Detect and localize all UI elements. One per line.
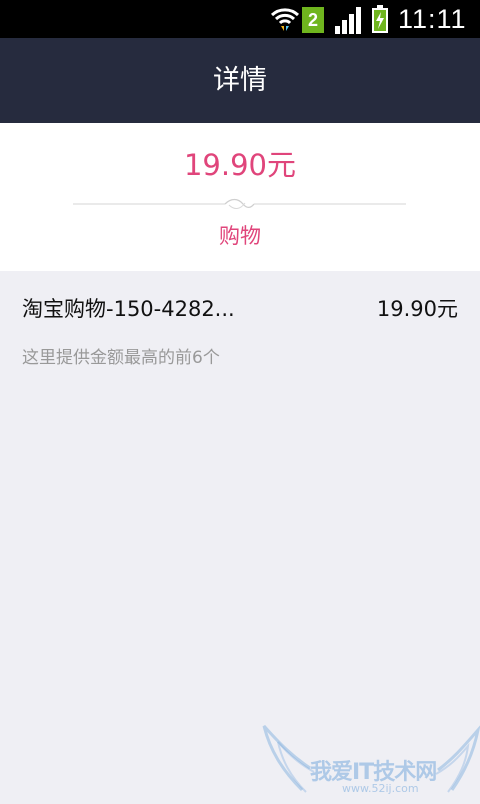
transaction-row[interactable]: 淘宝购物-150-4282... 19.90元 [0,289,480,329]
watermark-logo: 我爱IT技术网 www.52ij.com [262,720,480,800]
summary-card: 19.90元 购物 [0,123,480,271]
status-bar: 2 11:11 [0,0,480,38]
watermark-url: www.52ij.com [342,782,419,795]
hint-text: 这里提供金额最高的前6个 [22,348,220,368]
status-clock: 11:11 [398,4,467,34]
transaction-title: 淘宝购物-150-4282... [22,297,235,321]
total-amount: 19.90元 [183,148,297,182]
category-label: 购物 [219,224,261,248]
sim-2-icon: 2 [302,7,324,33]
title-bar: 详情 [0,38,480,123]
signal-icon [335,7,361,34]
page-title: 详情 [213,65,267,96]
transaction-amount: 19.90元 [376,297,458,321]
wifi-icon [270,8,300,31]
ornament-divider [73,198,406,209]
battery-charging-icon [372,5,388,33]
